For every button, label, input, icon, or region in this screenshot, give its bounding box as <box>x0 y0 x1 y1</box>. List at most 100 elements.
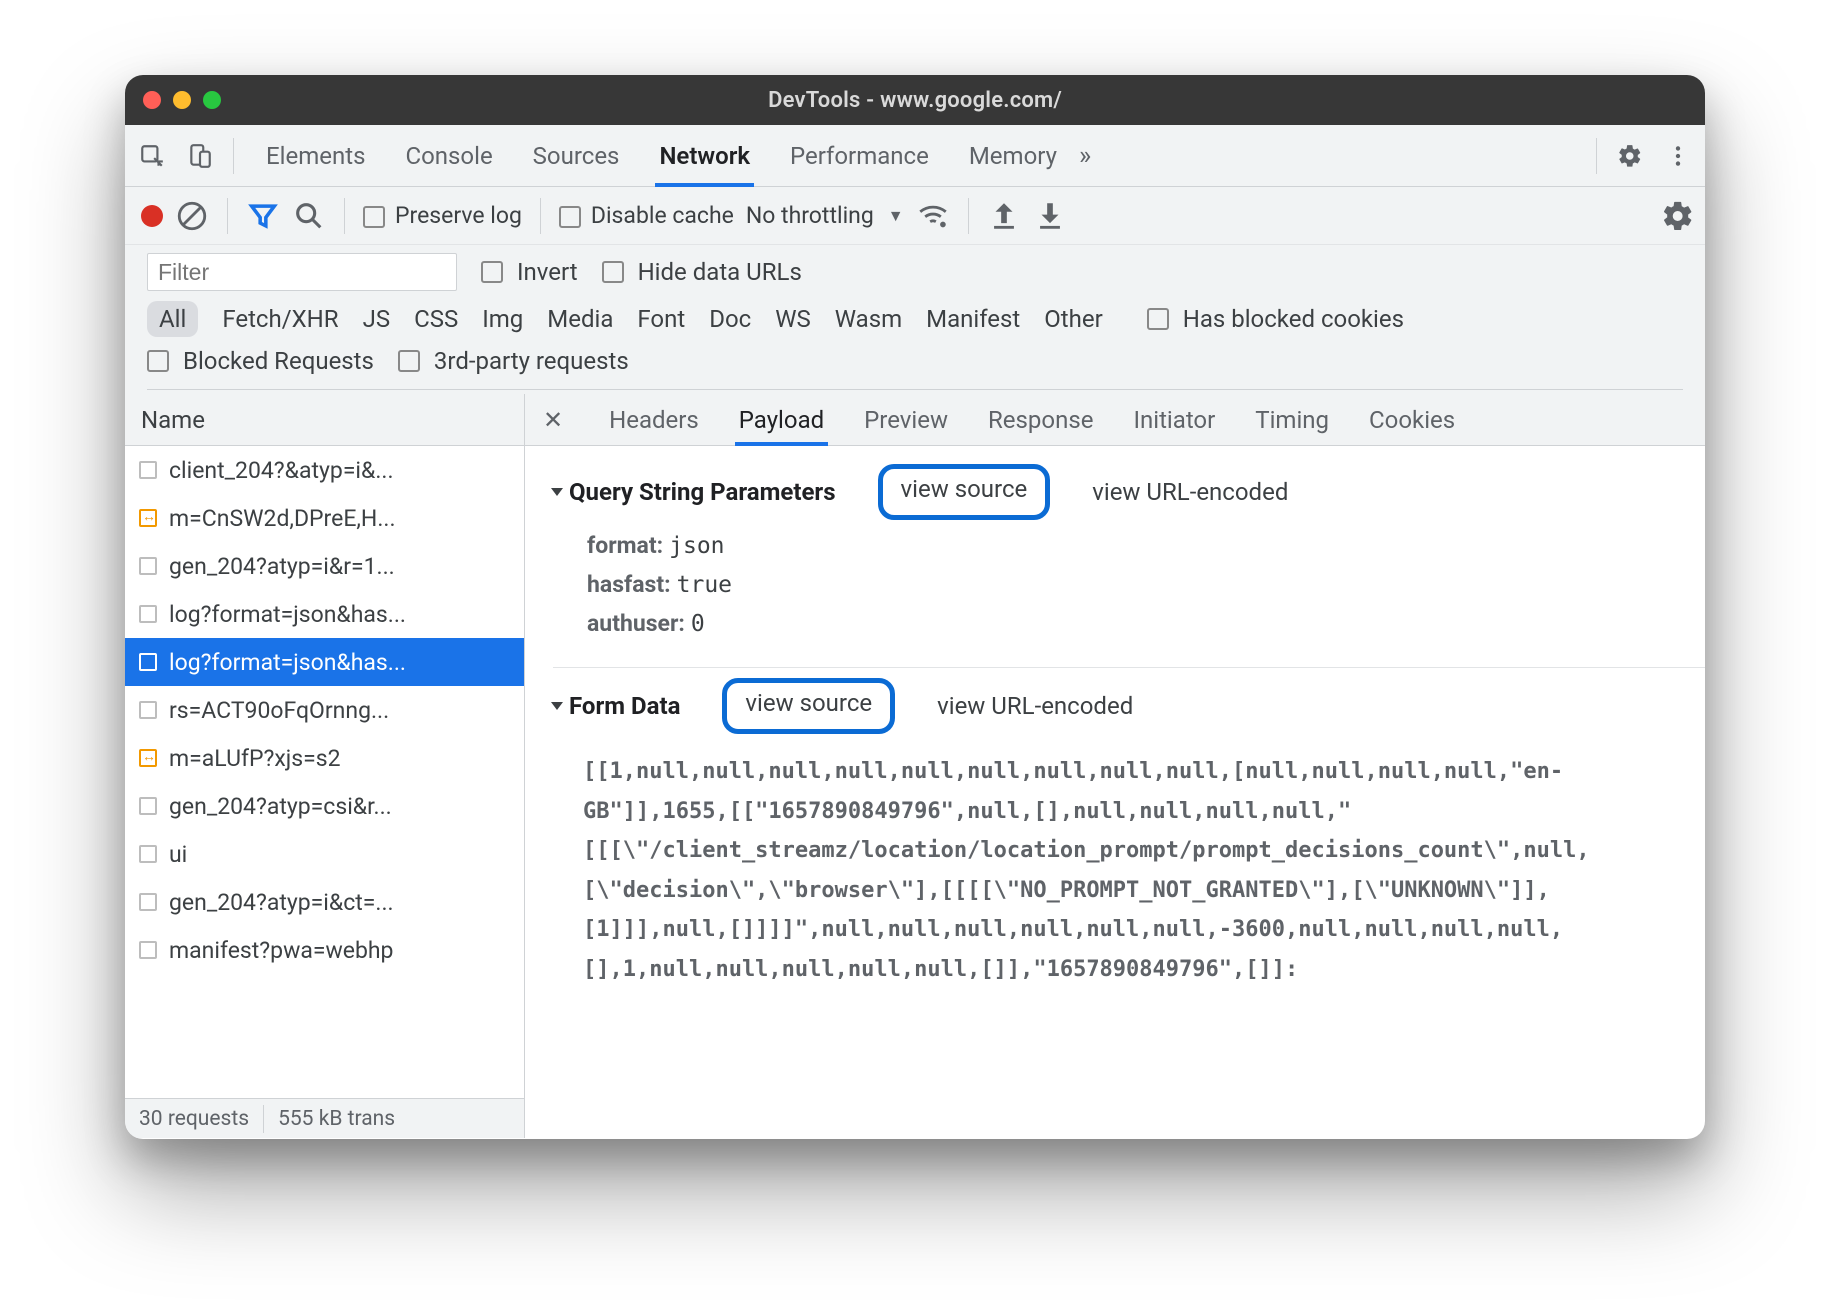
request-name: log?format=json&has... <box>169 601 406 628</box>
close-window-icon[interactable] <box>143 91 161 109</box>
request-row[interactable]: manifest?pwa=webhp <box>125 926 524 974</box>
content-area: Name client_204?&atyp=i&...m=CnSW2d,DPre… <box>125 394 1705 1138</box>
detail-tab-payload[interactable]: Payload <box>739 394 824 445</box>
filter-bar: Invert Hide data URLs All Fetch/XHR JS C… <box>125 245 1705 394</box>
inspect-element-icon[interactable] <box>131 135 173 177</box>
filter-type-img[interactable]: Img <box>482 305 523 333</box>
document-file-icon <box>139 605 157 623</box>
devtools-window: DevTools - www.google.com/ Elements Cons… <box>125 75 1705 1139</box>
filter-type-other[interactable]: Other <box>1044 305 1102 333</box>
window-title: DevTools - www.google.com/ <box>125 88 1705 113</box>
filter-type-ws[interactable]: WS <box>775 305 811 333</box>
document-file-icon <box>139 557 157 575</box>
document-file-icon <box>139 797 157 815</box>
request-row[interactable]: gen_204?atyp=csi&r... <box>125 782 524 830</box>
network-settings-icon[interactable] <box>1661 199 1695 233</box>
device-toolbar-icon[interactable] <box>179 135 221 177</box>
blocked-requests-checkbox[interactable]: Blocked Requests <box>147 347 374 375</box>
filter-type-fetch[interactable]: Fetch/XHR <box>222 305 338 333</box>
script-file-icon <box>139 509 157 527</box>
document-file-icon <box>139 845 157 863</box>
third-party-label: 3rd-party requests <box>434 347 629 375</box>
request-row[interactable]: m=aLUfP?xjs=s2 <box>125 734 524 782</box>
query-view-url-encoded-link[interactable]: view URL-encoded <box>1092 478 1288 506</box>
filter-type-wasm[interactable]: Wasm <box>835 305 902 333</box>
request-name: ui <box>169 841 187 868</box>
request-name: gen_204?atyp=i&r=1... <box>169 553 395 580</box>
minimize-window-icon[interactable] <box>173 91 191 109</box>
document-file-icon <box>139 941 157 959</box>
filter-type-js[interactable]: JS <box>363 305 391 333</box>
search-icon[interactable] <box>292 199 326 233</box>
tab-performance[interactable]: Performance <box>790 125 929 186</box>
import-har-icon[interactable] <box>987 199 1021 233</box>
param-value: true <box>677 572 732 598</box>
request-name: gen_204?atyp=csi&r... <box>169 793 392 820</box>
filter-type-all[interactable]: All <box>147 301 198 337</box>
detail-tab-timing[interactable]: Timing <box>1255 394 1329 445</box>
request-row[interactable]: log?format=json&has... <box>125 590 524 638</box>
hide-data-urls-checkbox[interactable]: Hide data URLs <box>602 258 802 286</box>
request-row[interactable]: rs=ACT90oFqOrnng... <box>125 686 524 734</box>
maximize-window-icon[interactable] <box>203 91 221 109</box>
detail-tab-headers[interactable]: Headers <box>609 394 699 445</box>
detail-tab-preview[interactable]: Preview <box>864 394 948 445</box>
tab-sources[interactable]: Sources <box>533 125 620 186</box>
form-view-url-encoded-link[interactable]: view URL-encoded <box>937 692 1133 720</box>
param-value: 0 <box>691 611 705 637</box>
request-name: manifest?pwa=webhp <box>169 937 393 964</box>
request-row[interactable]: log?format=json&has... <box>125 638 524 686</box>
request-list-header[interactable]: Name <box>125 394 524 446</box>
filter-icon[interactable] <box>246 199 280 233</box>
titlebar: DevTools - www.google.com/ <box>125 75 1705 125</box>
export-har-icon[interactable] <box>1033 199 1067 233</box>
form-section-toggle[interactable]: Form Data <box>553 692 680 720</box>
filter-type-manifest[interactable]: Manifest <box>926 305 1020 333</box>
tab-console[interactable]: Console <box>405 125 492 186</box>
settings-icon[interactable] <box>1609 135 1651 177</box>
request-row[interactable]: gen_204?atyp=i&r=1... <box>125 542 524 590</box>
form-data-section: Form Data view source view URL-encoded [… <box>553 668 1705 1008</box>
third-party-checkbox[interactable]: 3rd-party requests <box>398 347 629 375</box>
request-row[interactable]: ui <box>125 830 524 878</box>
query-view-source-link[interactable]: view source <box>878 464 1051 520</box>
filter-type-font[interactable]: Font <box>637 305 685 333</box>
record-button[interactable] <box>141 205 163 227</box>
document-file-icon <box>139 701 157 719</box>
request-list: Name client_204?&atyp=i&...m=CnSW2d,DPre… <box>125 394 525 1138</box>
param-key: authuser: <box>587 610 685 637</box>
detail-tab-initiator[interactable]: Initiator <box>1133 394 1215 445</box>
disable-cache-checkbox[interactable]: Disable cache <box>559 202 734 229</box>
tab-network[interactable]: Network <box>659 125 750 186</box>
detail-tab-cookies[interactable]: Cookies <box>1369 394 1455 445</box>
has-blocked-cookies-label: Has blocked cookies <box>1183 305 1404 333</box>
tab-elements[interactable]: Elements <box>266 125 365 186</box>
detail-tab-response[interactable]: Response <box>988 394 1093 445</box>
invert-checkbox[interactable]: Invert <box>481 258 578 286</box>
throttling-select[interactable]: No throttling ▼ <box>746 202 904 229</box>
tab-memory[interactable]: Memory <box>969 125 1057 186</box>
form-view-source-link[interactable]: view source <box>722 678 895 734</box>
triangle-down-icon <box>551 488 563 496</box>
request-row[interactable]: gen_204?atyp=i&ct=... <box>125 878 524 926</box>
param-key: format: <box>587 532 663 559</box>
query-section-toggle[interactable]: Query String Parameters <box>553 478 836 506</box>
filter-type-doc[interactable]: Doc <box>709 305 751 333</box>
request-name: rs=ACT90oFqOrnng... <box>169 697 389 724</box>
kebab-menu-icon[interactable] <box>1657 135 1699 177</box>
filter-type-css[interactable]: CSS <box>414 305 458 333</box>
preserve-log-checkbox[interactable]: Preserve log <box>363 202 522 229</box>
clear-icon[interactable] <box>175 199 209 233</box>
filter-input[interactable] <box>147 253 457 291</box>
request-row[interactable]: m=CnSW2d,DPreE,H... <box>125 494 524 542</box>
transfer-size: 555 kB trans <box>264 1107 409 1131</box>
filter-type-media[interactable]: Media <box>547 305 613 333</box>
close-detail-icon[interactable]: ✕ <box>543 406 563 434</box>
has-blocked-cookies-checkbox[interactable]: Has blocked cookies <box>1147 305 1404 333</box>
request-row[interactable]: client_204?&atyp=i&... <box>125 446 524 494</box>
more-tabs-icon[interactable]: » <box>1063 141 1101 171</box>
disable-cache-label: Disable cache <box>591 202 734 229</box>
triangle-down-icon <box>551 702 563 710</box>
network-conditions-icon[interactable] <box>916 199 950 233</box>
script-file-icon <box>139 749 157 767</box>
